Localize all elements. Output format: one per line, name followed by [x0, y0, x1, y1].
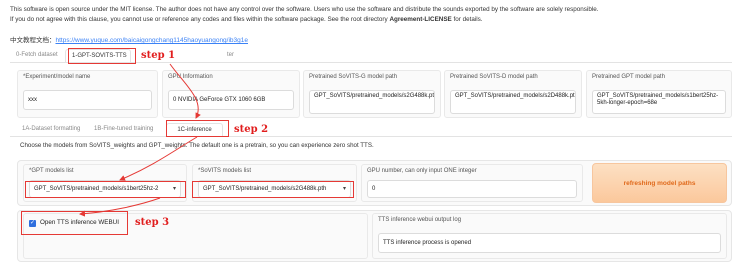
annotation-arrows: [79, 63, 201, 217]
arrow-step1-to-step2: [169, 63, 201, 119]
arrow-step2-to-models: [119, 136, 198, 181]
arrow-models-to-step3: [79, 197, 161, 217]
